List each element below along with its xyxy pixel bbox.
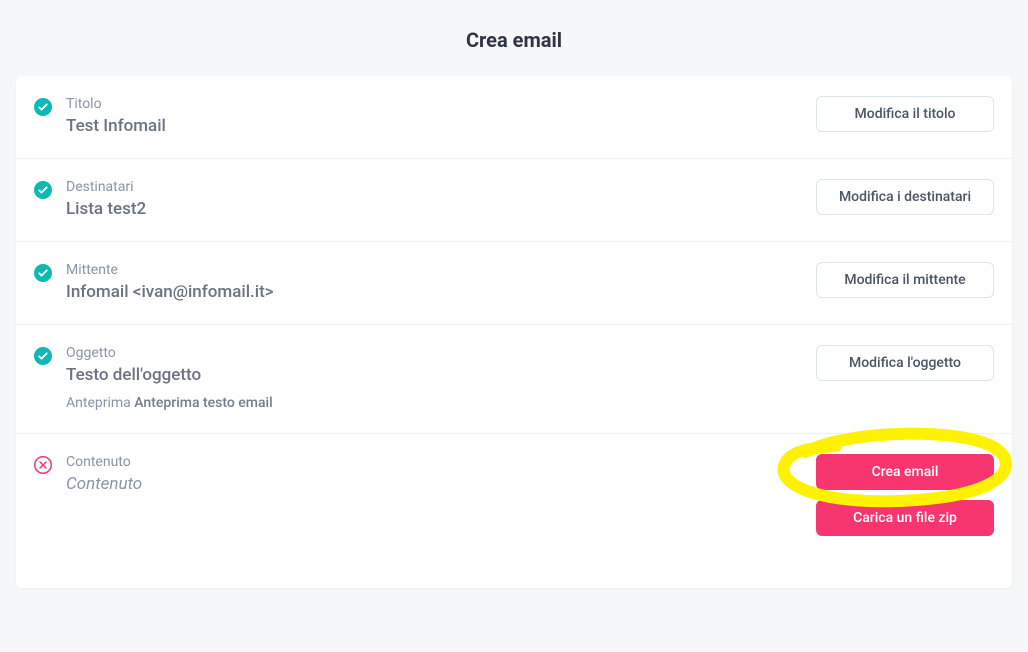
check-circle-icon	[34, 181, 52, 199]
section-content-left: Contenuto Contenuto	[34, 454, 816, 494]
edit-subject-button[interactable]: Modifica l'oggetto	[816, 345, 994, 381]
section-title-actions: Modifica il titolo	[816, 96, 994, 132]
edit-recipients-button[interactable]: Modifica i destinatari	[816, 179, 994, 215]
x-circle-icon	[34, 456, 52, 474]
section-subject-actions: Modifica l'oggetto	[816, 345, 994, 381]
sender-value: Infomail <ivan@infomail.it>	[66, 282, 274, 302]
section-subject-info: Oggetto Testo dell'oggetto Anteprima Ant…	[66, 345, 273, 411]
section-sender-left: Mittente Infomail <ivan@infomail.it>	[34, 262, 816, 302]
subject-preview: Anteprima Anteprima testo email	[66, 395, 273, 411]
sender-label: Mittente	[66, 262, 274, 278]
section-title-left: Titolo Test Infomail	[34, 96, 816, 136]
check-circle-icon	[34, 264, 52, 282]
edit-title-button[interactable]: Modifica il titolo	[816, 96, 994, 132]
edit-sender-button[interactable]: Modifica il mittente	[816, 262, 994, 298]
content-value: Contenuto	[66, 474, 142, 494]
section-subject-left: Oggetto Testo dell'oggetto Anteprima Ant…	[34, 345, 816, 411]
section-title-info: Titolo Test Infomail	[66, 96, 166, 136]
upload-zip-button[interactable]: Carica un file zip	[816, 500, 994, 536]
check-circle-icon	[34, 347, 52, 365]
title-label: Titolo	[66, 96, 166, 112]
title-value: Test Infomail	[66, 116, 166, 136]
section-sender-info: Mittente Infomail <ivan@infomail.it>	[66, 262, 274, 302]
section-content: Contenuto Contenuto Crea email Carica un…	[16, 434, 1012, 558]
highlighted-create-wrap: Crea email	[816, 454, 994, 490]
section-recipients-info: Destinatari Lista test2	[66, 179, 146, 219]
section-recipients: Destinatari Lista test2 Modifica i desti…	[16, 159, 1012, 242]
create-email-button[interactable]: Crea email	[816, 454, 994, 490]
recipients-value: Lista test2	[66, 199, 146, 219]
subject-value: Testo dell'oggetto	[66, 365, 273, 385]
recipients-label: Destinatari	[66, 179, 146, 195]
section-recipients-actions: Modifica i destinatari	[816, 179, 994, 215]
subject-preview-label: Anteprima	[66, 395, 131, 411]
section-subject: Oggetto Testo dell'oggetto Anteprima Ant…	[16, 325, 1012, 434]
email-wizard-card: Titolo Test Infomail Modifica il titolo …	[16, 76, 1012, 588]
section-recipients-left: Destinatari Lista test2	[34, 179, 816, 219]
section-content-info: Contenuto Contenuto	[66, 454, 142, 494]
subject-preview-value: Anteprima testo email	[134, 395, 272, 411]
subject-label: Oggetto	[66, 345, 273, 361]
content-label: Contenuto	[66, 454, 142, 470]
section-title: Titolo Test Infomail Modifica il titolo	[16, 76, 1012, 159]
section-sender: Mittente Infomail <ivan@infomail.it> Mod…	[16, 242, 1012, 325]
check-circle-icon	[34, 98, 52, 116]
page-title: Crea email	[0, 0, 1028, 76]
section-sender-actions: Modifica il mittente	[816, 262, 994, 298]
section-content-actions: Crea email Carica un file zip	[816, 454, 994, 536]
